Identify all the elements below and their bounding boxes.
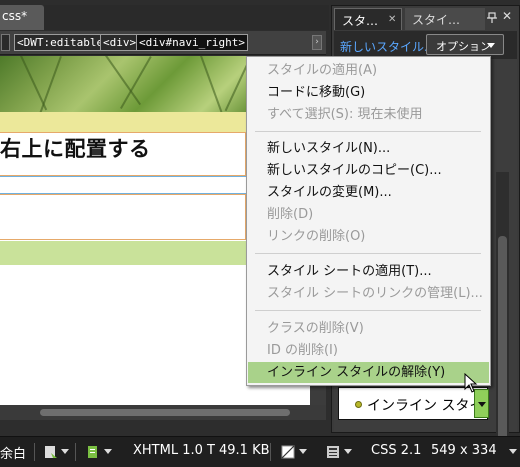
- tab-strip: [44, 5, 329, 30]
- canvas-footer: [0, 420, 330, 436]
- menu-item-apply-style: スタイルの適用(A): [267, 63, 378, 78]
- panel-close-icon[interactable]: ✕: [502, 9, 512, 23]
- menu-separator: [255, 253, 481, 254]
- menu-item-manage-style-sheet-links: スタイル シートのリンクの管理(L)...: [267, 286, 483, 301]
- menu-item-select-all: すべて選択(S): 現在未使用: [267, 107, 423, 122]
- pin-icon[interactable]: [486, 12, 498, 24]
- menu-item-attach-style-sheet[interactable]: スタイル シートの適用(T)...: [248, 261, 489, 282]
- status-separator: [34, 443, 35, 461]
- new-style-link[interactable]: 新しいスタイル...: [340, 38, 435, 55]
- menu-item-remove-link: リンクの削除(O): [267, 229, 366, 244]
- tab-apply-styles[interactable]: スタイ…: [405, 8, 485, 30]
- inline-style-dot-icon: [355, 401, 362, 408]
- menu-separator: [255, 310, 481, 311]
- tag-overflow-left[interactable]: [1, 34, 10, 51]
- panel-toolbar: 新しいスタイル... オプション: [334, 31, 517, 59]
- tag-selector-bar: <DWT:editable> <div> <div#navi_right> ›: [0, 31, 326, 55]
- chevron-down-icon[interactable]: [344, 449, 352, 454]
- menu-item-delete: 削除(D): [267, 207, 314, 222]
- doctype-indicator[interactable]: XHTML 1.0 T: [133, 443, 215, 458]
- options-label: オプション: [436, 40, 491, 53]
- inline-style-dropdown-button[interactable]: [474, 389, 489, 418]
- tag-div[interactable]: <div>: [100, 34, 140, 51]
- image-fix-icon[interactable]: [281, 445, 295, 459]
- tab-manage-styles[interactable]: スタ… ✕: [334, 8, 402, 30]
- content-box[interactable]: [0, 194, 246, 240]
- scrollbar-thumb[interactable]: [498, 236, 507, 446]
- editor-window: css* <DWT:editable> <div> <div#navi_righ…: [0, 0, 520, 467]
- status-separator: [75, 443, 76, 461]
- menu-item-remove-inline-style[interactable]: インライン スタイルの解除(Y): [248, 362, 489, 383]
- tab-label: スタイ…: [412, 13, 461, 27]
- status-bar: 余白 XHTML 1.0 T 49.1 KB CSS 2.1 549 x 334: [0, 436, 520, 467]
- status-separator: [270, 443, 271, 461]
- menu-item-new-style-copy[interactable]: 新しいスタイルのコピー(C)...: [248, 160, 489, 181]
- page-dimensions[interactable]: 549 x 334: [431, 443, 497, 458]
- tag-div-navi-right[interactable]: <div#navi_right>: [136, 34, 248, 51]
- menu-item-modify-style[interactable]: スタイルの変更(M)...: [248, 182, 489, 203]
- context-menu: スタイルの適用(A) コードに移動(G) すべて選択(S): 現在未使用 新しい…: [246, 56, 491, 386]
- mouse-cursor-icon: [464, 373, 478, 393]
- document-horizontal-scrollbar[interactable]: [0, 405, 326, 420]
- menu-item-remove-class: クラスの削除(V): [267, 321, 364, 336]
- chevron-down-icon[interactable]: [61, 449, 69, 454]
- page-heading[interactable]: 右上に配置する: [0, 133, 151, 163]
- chevron-down-icon[interactable]: [509, 449, 517, 454]
- file-size: 49.1 KB: [219, 443, 270, 458]
- tag-scroll-right-button[interactable]: ›: [312, 35, 322, 50]
- chevron-down-icon[interactable]: [104, 449, 112, 454]
- css-version[interactable]: CSS 2.1: [371, 443, 421, 458]
- green-strip: [0, 241, 246, 265]
- menu-item-go-to-code[interactable]: コードに移動(G): [248, 82, 489, 103]
- menu-item-remove-id: ID の削除(I): [267, 343, 338, 358]
- status-margin-label: 余白: [0, 447, 27, 462]
- document-tab[interactable]: css*: [0, 5, 44, 30]
- menu-separator: [255, 131, 481, 132]
- inline-style-label: インライン スタイ: [367, 398, 484, 414]
- close-icon[interactable]: ✕: [388, 14, 396, 25]
- visual-aids-icon[interactable]: [44, 445, 58, 459]
- chevron-down-icon: [487, 43, 495, 48]
- menu-item-new-style[interactable]: 新しいスタイル(N)...: [248, 138, 489, 159]
- style-list-scrollbar[interactable]: [496, 172, 509, 467]
- tag-dwt-editable[interactable]: <DWT:editable>: [14, 34, 113, 51]
- preview-icon[interactable]: [326, 445, 340, 459]
- scrollbar-thumb[interactable]: [40, 409, 290, 416]
- chevron-down-icon[interactable]: [299, 449, 307, 454]
- tab-label: スタ…: [342, 14, 379, 28]
- divider: [0, 176, 246, 177]
- options-button[interactable]: オプション: [426, 34, 504, 55]
- style-app-icon[interactable]: [86, 445, 100, 459]
